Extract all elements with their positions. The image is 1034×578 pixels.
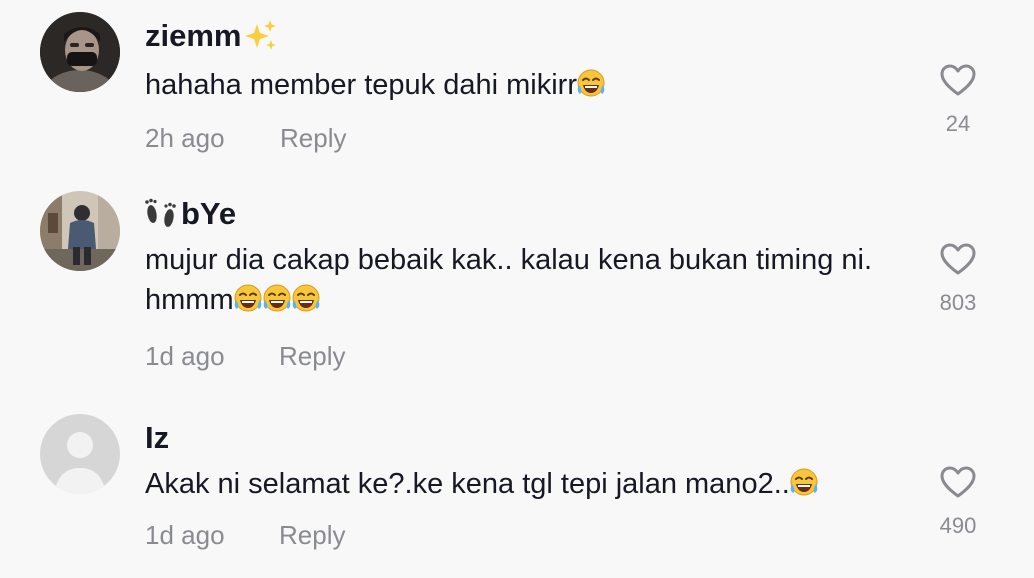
heart-icon[interactable] <box>939 241 977 277</box>
comment-meta: 1d ago Reply <box>145 520 904 550</box>
laughing-tears-emoji-icon <box>232 283 264 315</box>
username[interactable]: ziemm <box>145 18 241 54</box>
reply-button[interactable]: Reply <box>280 123 346 153</box>
username[interactable]: Iz <box>145 420 169 456</box>
username-row: bYe <box>145 196 904 232</box>
username[interactable]: bYe <box>181 196 236 232</box>
laughing-tears-emoji-icon <box>575 68 607 100</box>
reply-button[interactable]: Reply <box>279 341 345 371</box>
comment-body: Iz Akak ni selamat ke?.ke kena tgl tepi … <box>145 420 904 550</box>
comment-body: ziemm hahaha member tepuk dahi mikirr 2h… <box>145 18 904 153</box>
avatar-photo <box>40 191 120 271</box>
heart-icon[interactable] <box>939 62 977 98</box>
comment-timestamp: 1d ago <box>145 520 225 550</box>
comment-timestamp: 2h ago <box>145 123 225 153</box>
like-section: 490 <box>928 464 988 539</box>
sparkles-icon <box>245 20 277 50</box>
laughing-tears-emoji-icon <box>290 283 322 315</box>
comment-text-content: hahaha member tepuk dahi mikirr <box>145 69 577 101</box>
like-section: 803 <box>928 241 988 316</box>
comment-text: hahaha member tepuk dahi mikirr <box>145 65 904 105</box>
username-row: ziemm <box>145 18 904 54</box>
default-avatar-icon <box>40 414 120 494</box>
comment-list: ziemm hahaha member tepuk dahi mikirr 2h… <box>0 0 1034 578</box>
avatar[interactable] <box>40 12 120 92</box>
reply-button[interactable]: Reply <box>279 520 345 550</box>
comment-text: Akak ni selamat ke?.ke kena tgl tepi jal… <box>145 464 904 504</box>
avatar[interactable] <box>40 191 120 271</box>
username-row: Iz <box>145 420 904 456</box>
like-count: 803 <box>939 290 977 315</box>
laughing-tears-emoji-icon <box>788 467 820 499</box>
comment-timestamp: 1d ago <box>145 341 225 371</box>
like-count: 24 <box>945 111 971 136</box>
comment-meta: 1d ago Reply <box>145 341 904 371</box>
like-section: 24 <box>928 62 988 137</box>
comment-text-content: Akak ni selamat ke?.ke kena tgl tepi jal… <box>145 468 790 500</box>
avatar[interactable] <box>40 414 120 494</box>
comment-body: bYe mujur dia cakap bebaik kak.. kalau k… <box>145 196 904 371</box>
comment-text: mujur dia cakap bebaik kak.. kalau kena … <box>145 240 904 320</box>
comment-meta: 2h ago Reply <box>145 123 904 153</box>
heart-icon[interactable] <box>939 464 977 500</box>
footprints-icon <box>145 198 176 227</box>
like-count: 490 <box>939 513 977 538</box>
laughing-tears-emoji-icon <box>261 283 293 315</box>
avatar-photo <box>40 12 120 92</box>
